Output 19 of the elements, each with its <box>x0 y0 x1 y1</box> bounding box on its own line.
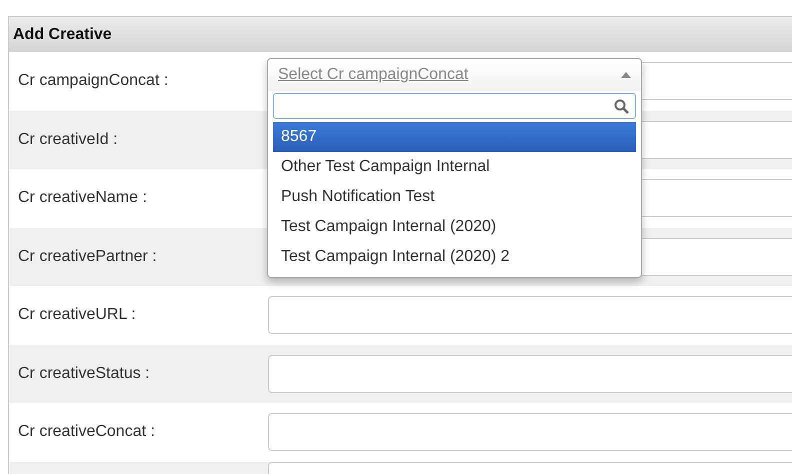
field-label: Cr creativePartner : <box>17 248 158 266</box>
field-label: Cr creativeId : <box>17 130 119 149</box>
dropdown-option[interactable]: Test Campaign Internal (2020) <box>273 212 636 242</box>
input-field[interactable] <box>268 413 792 452</box>
field-label: Cr creativeConcat : <box>17 423 156 442</box>
field-label: Cr campaignConcat : <box>17 72 170 90</box>
search-field[interactable] <box>273 93 636 119</box>
search-icon <box>614 98 629 114</box>
field-label: Cr creativeName : <box>17 189 148 208</box>
panel-title: Add Creative <box>9 17 792 52</box>
input-field[interactable] <box>268 296 792 334</box>
field-label: Cr creativeURL : <box>17 306 137 324</box>
dropdown-option[interactable]: Push Notification Test <box>273 182 636 212</box>
input-field[interactable] <box>268 354 792 393</box>
caret-icon <box>621 72 631 78</box>
dropdown-option[interactable]: Other Test Campaign Internal <box>273 152 636 182</box>
dropdown-option[interactable]: 8567 <box>273 122 636 152</box>
field-label: Cr creativeStatus : <box>17 364 151 383</box>
dropdown-option[interactable]: Test Campaign Internal (2020) 2 <box>273 242 636 272</box>
